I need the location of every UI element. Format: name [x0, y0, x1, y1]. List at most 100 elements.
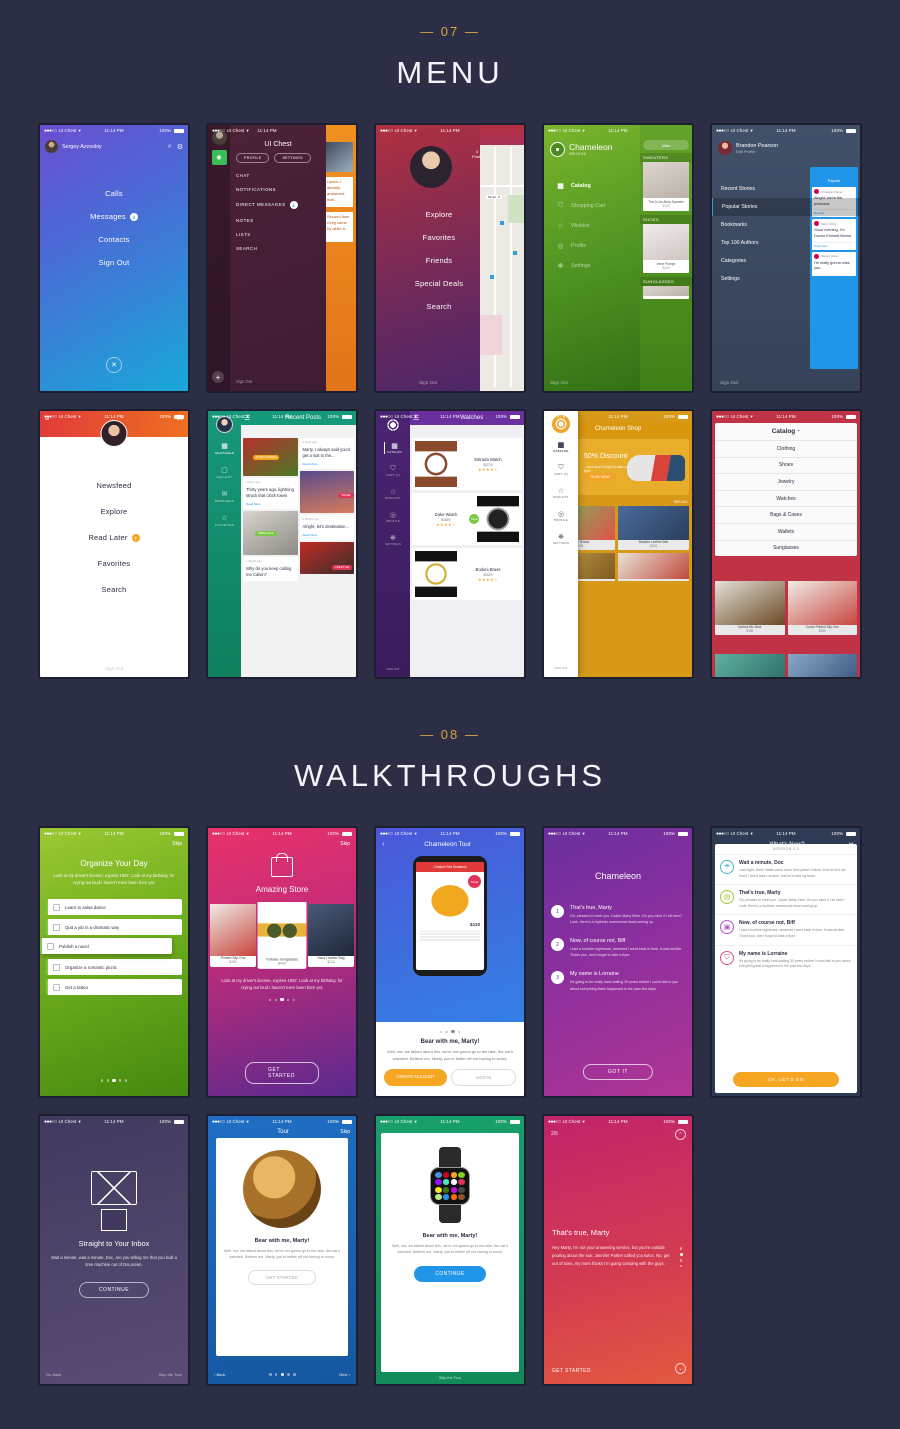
menu-item-favorites[interactable]: Favorites — [98, 559, 131, 568]
next-button[interactable]: Next › — [339, 1372, 350, 1377]
rail-item-newsfeed[interactable]: ▦ NEWSFEED — [215, 442, 234, 455]
get-started-button[interactable]: GET STARTED — [552, 1368, 591, 1374]
sidebar-item-bookmarks[interactable]: Bookmarks — [712, 216, 860, 234]
dropdown-option-clothing[interactable]: Clothing — [715, 440, 857, 457]
task-item[interactable]: Learn to salsa dance — [46, 899, 182, 916]
signout-link[interactable]: Sign Out — [720, 380, 738, 385]
sidebar-item-recent-stories[interactable]: Recent Stories — [712, 180, 860, 198]
menu-item-calls[interactable]: Calls — [105, 189, 123, 198]
product-card[interactable] — [643, 286, 689, 299]
rail-item-catalog[interactable]: ▦ CATALOG — [383, 442, 402, 454]
screen-calls-menu[interactable]: ●●●○○ UI Chest ▾ 11:14 PM 100% Sergey Azov… — [38, 123, 190, 393]
post-card[interactable]: 3 Days Ago Marty, I always said you'd ge… — [299, 438, 354, 470]
continue-button[interactable]: CONTINUE — [79, 1282, 149, 1299]
screen-catalog-dropdown[interactable]: ●●●○○ UI Chest ▾ 11:14 PM 100% Catalog ⌃ C… — [710, 409, 862, 679]
product-card[interactable]: Comic Printed Slip-Ons $289 — [787, 581, 857, 635]
screen-amazing-store[interactable]: ●●●○○ UI Chest ▾ 11:14 PM 100% Skip Amazin… — [206, 826, 358, 1098]
drawer-item-lists[interactable]: LISTS — [236, 232, 326, 237]
dropdown-title[interactable]: Catalog ⌃ — [715, 423, 857, 440]
signout-link[interactable]: SIGN OUT — [544, 666, 578, 670]
page-dots[interactable] — [208, 997, 356, 1003]
map-pin[interactable] — [513, 251, 517, 255]
shop-peek[interactable]: Main SWEATERS This Is An Aleta Sweater $… — [640, 125, 692, 391]
screen-uichest-drawer[interactable]: Lynda, I already answered that... Second… — [206, 123, 358, 393]
sidebar-item-settings[interactable]: Settings — [712, 270, 860, 288]
read-more-link[interactable]: Read More — [300, 533, 355, 540]
menu-item-contacts[interactable]: Contacts — [98, 235, 129, 244]
sidebar-item-popular-stories[interactable]: Popular Stories — [712, 198, 860, 216]
got-it-button[interactable]: GOT IT — [582, 1064, 654, 1080]
map-pin[interactable] — [500, 221, 504, 225]
task-item[interactable]: Organize a romantic picnic — [46, 959, 182, 976]
skip-button[interactable]: Skip — [40, 839, 188, 847]
catalog-dropdown[interactable]: Catalog ⌃ Clothing Shoes Jewelry Watches… — [715, 423, 857, 557]
menu-item-newsfeed[interactable]: Newsfeed — [97, 481, 132, 490]
product-card[interactable] — [618, 553, 689, 581]
content-peek[interactable]: Lynda, I already answered that... Second… — [322, 125, 356, 391]
read-more-link[interactable]: Read More — [243, 502, 298, 509]
skip-tour-link[interactable]: Skip the Tour — [159, 1372, 182, 1377]
menu-item-search[interactable]: Search — [102, 585, 127, 594]
post-card[interactable]: FOOD & DRINKS — [243, 438, 298, 476]
signout-link[interactable]: Sign Out — [550, 380, 568, 385]
screen-social-menu[interactable]: Minsk - 5 ●●●○○ UI Chest ▾ 11:14 PM 4 Post… — [374, 123, 526, 393]
product-card[interactable] — [715, 654, 785, 677]
page-dots[interactable] — [40, 1078, 188, 1084]
dropdown-option-sunglasses[interactable]: Sunglasses — [715, 539, 857, 557]
search-icon[interactable]: ⌕ — [168, 143, 172, 151]
go-back-link[interactable]: Go Back — [46, 1372, 61, 1377]
close-icon[interactable]: ✕ — [106, 357, 122, 373]
product-card[interactable]: Tortoise Sunglasses $499 — [257, 902, 307, 969]
sign-in-button[interactable]: SIGN IN — [451, 1069, 516, 1086]
rail-item-wishlist[interactable]: ☆ WISHLIST — [553, 487, 569, 499]
task-item[interactable]: Quit a job in a dramatic way — [46, 919, 182, 936]
post-card[interactable]: FREELANCE — [243, 511, 298, 556]
screen-chameleon-menu[interactable]: Main SWEATERS This Is An Aleta Sweater $… — [542, 123, 694, 393]
dropdown-option-jewelry[interactable]: Jewelry — [715, 473, 857, 490]
create-account-button[interactable]: CREATE ACCOUNT — [384, 1069, 447, 1086]
screen-stories-menu[interactable]: ●●●○○ UI Chest ▾ 11:14 PM 100% Brandon Pea… — [710, 123, 862, 393]
product-card[interactable]: Navy Leather Bag $215 — [308, 904, 354, 967]
avatar[interactable] — [718, 141, 732, 155]
task-item[interactable]: Get a tattoo — [46, 979, 182, 996]
task-item-dragging[interactable]: Publish a novel — [40, 938, 172, 955]
peek-post-2[interactable]: Second time Greg came by while a... — [325, 212, 353, 242]
screen-chameleon-steps[interactable]: ●●●○○ UI Chest ▾ 11:14 PM 100% Chameleon 1… — [542, 826, 694, 1098]
rail-item-catalog[interactable]: ▦ CATALOG — [553, 441, 569, 453]
menu-item-read-later[interactable]: Read Later 7 — [88, 533, 140, 543]
get-started-button[interactable]: GET STARTED — [248, 1270, 316, 1286]
product-card[interactable]: Karlnut Blu Boot $389 — [715, 581, 785, 635]
checkbox[interactable] — [53, 983, 60, 991]
skip-button[interactable]: Skip — [340, 1129, 350, 1135]
rail-item-profile[interactable]: ◎ PROFILE — [386, 511, 400, 523]
drawer-item-notes[interactable]: NOTES — [236, 218, 326, 223]
avatar[interactable] — [45, 140, 58, 153]
menu-item-search[interactable]: Search — [427, 302, 452, 311]
dropdown-option-wallets[interactable]: Wallets — [715, 522, 857, 540]
nav-item-settings[interactable]: ❋ Settings — [556, 261, 692, 270]
product-card[interactable]: Estrada Watch $279 ★★★★☆ — [412, 438, 522, 490]
rail-item-profile[interactable]: ◎ PROFILE — [554, 510, 568, 522]
scroll-dots[interactable] — [679, 1244, 683, 1270]
page-dots[interactable] — [267, 1372, 297, 1377]
screen-straight-to-inbox[interactable]: ●●●○○ UI Chest ▾ 11:14 PM 100% Straight to… — [38, 1114, 190, 1386]
screen-organize-your-day[interactable]: ●●●○○ UI Chest ▾ 11:14 PM 100% Skip Organi… — [38, 826, 190, 1098]
rail-item-gallery[interactable]: ▢ GALLERY — [217, 466, 233, 479]
map-pin[interactable] — [490, 275, 494, 279]
checkbox[interactable] — [47, 942, 54, 950]
drawer-item-search[interactable]: SEARCH — [236, 246, 326, 251]
page-dots[interactable] — [384, 1029, 516, 1035]
dropdown-option-watches[interactable]: Watches — [715, 489, 857, 507]
screen-tour-card[interactable]: ●●●○○ UI Chest ▾ 11:14 PM 100% Tour Skip B… — [206, 1114, 358, 1386]
signout-link[interactable]: Sign Out — [376, 380, 524, 385]
checkbox[interactable] — [53, 903, 60, 911]
screen-whats-new[interactable]: ●●●○○UI Chest▾ 11:14 PM 100% What's New?… — [710, 826, 862, 1098]
ok-lets-go-button[interactable]: OK, LET'S GO — [733, 1072, 839, 1087]
dropdown-option-shoes[interactable]: Shoes — [715, 456, 857, 474]
post-card[interactable]: 2 Weeks Ago Alright, let's destination..… — [299, 515, 355, 541]
map-peek[interactable]: Minsk - 5 — [480, 125, 524, 391]
rail-item-settings[interactable]: ❋ SETTINGS — [553, 533, 569, 545]
product-card[interactable]: Bodoni Brass $329 ★★★★☆ — [412, 548, 522, 600]
checkbox[interactable] — [53, 923, 60, 931]
screen-quote-walkthrough[interactable]: ●●●○○ UI Chest ▾ 11:14 PM 100% 2/5 ⌃ That'… — [542, 1114, 694, 1386]
